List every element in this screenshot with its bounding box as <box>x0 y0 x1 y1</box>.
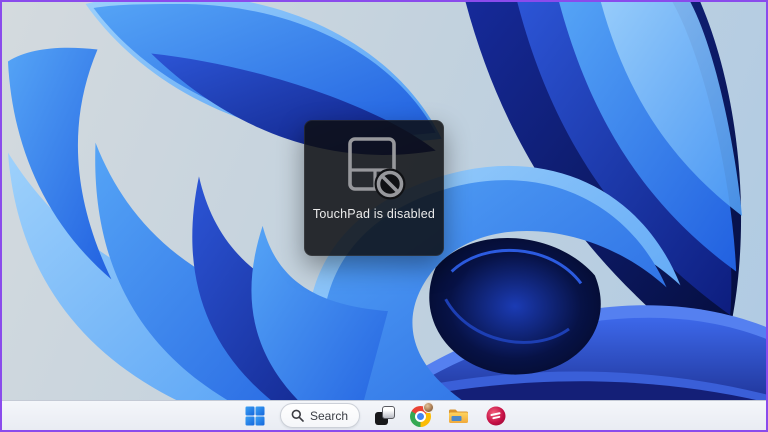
task-view-button[interactable] <box>373 403 397 429</box>
taskbar-center-group: Search <box>243 403 508 429</box>
profile-avatar-badge <box>423 402 434 413</box>
chrome-blue-center <box>417 413 424 420</box>
red-circle-app-icon <box>486 406 506 426</box>
osd-message: TouchPad is disabled <box>313 207 435 221</box>
search-label: Search <box>310 409 348 423</box>
chrome-icon <box>410 404 433 427</box>
touchpad-disabled-icon <box>341 136 407 200</box>
chrome-button[interactable] <box>410 403 434 429</box>
windows-start-icon <box>245 406 265 426</box>
desktop-screen: TouchPad is disabled <box>0 0 768 432</box>
media-app-button[interactable] <box>484 403 508 429</box>
touchpad-osd: TouchPad is disabled <box>304 120 444 256</box>
folder-icon <box>448 407 469 424</box>
file-explorer-button[interactable] <box>447 403 471 429</box>
start-button[interactable] <box>243 403 267 429</box>
task-view-front-square <box>382 406 395 419</box>
search-box[interactable]: Search <box>280 403 360 428</box>
search-icon <box>291 409 304 422</box>
task-view-icon <box>375 406 395 426</box>
taskbar: Search <box>2 400 766 430</box>
